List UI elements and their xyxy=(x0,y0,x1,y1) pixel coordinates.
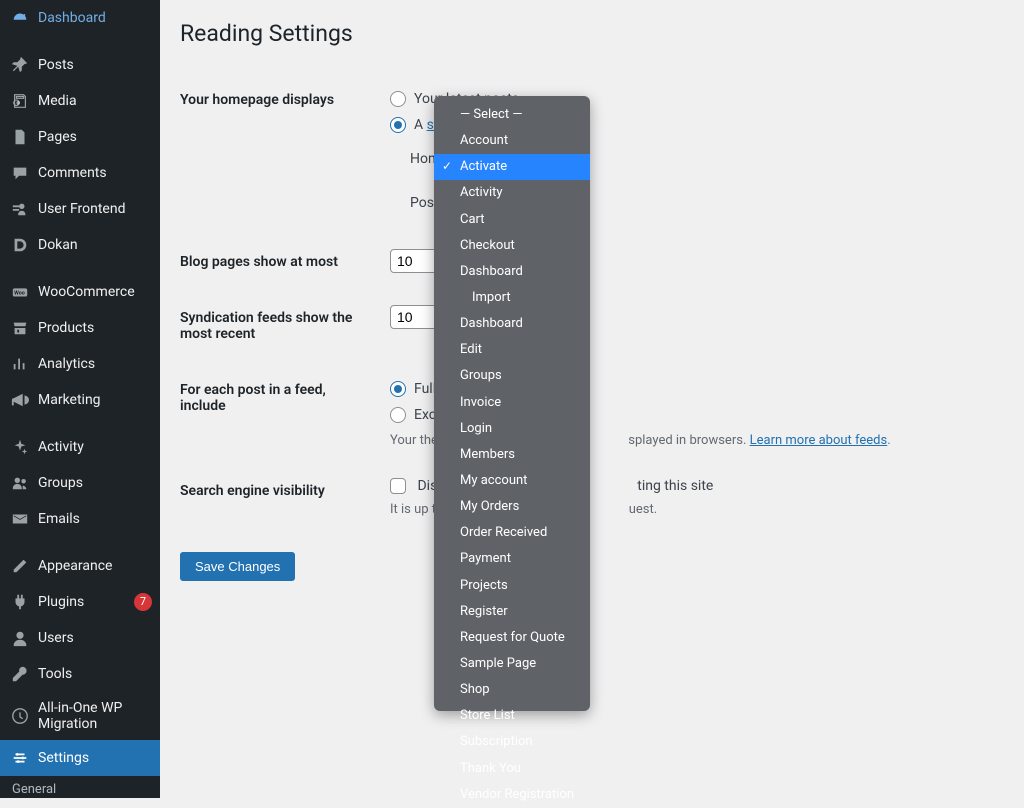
row-syndication-label: Syndication feeds show the most recent xyxy=(180,290,380,362)
row-search-label: Search engine visibility xyxy=(180,463,380,532)
sidebar-item-plugins[interactable]: Plugins7 xyxy=(0,584,160,620)
dropdown-option[interactable]: Vendor Registration xyxy=(434,782,590,808)
dropdown-option[interactable]: — Select — xyxy=(434,102,590,128)
sidebar-item-products[interactable]: Products xyxy=(0,310,160,346)
dropdown-option[interactable]: Import xyxy=(434,285,590,311)
radio-static-page[interactable] xyxy=(390,117,406,133)
aio-icon xyxy=(10,706,30,726)
sidebar-item-appearance[interactable]: Appearance xyxy=(0,548,160,584)
dashboard-icon xyxy=(10,8,30,28)
row-feed-label: For each post in a feed, include xyxy=(180,362,380,463)
radio-full-text[interactable] xyxy=(390,381,406,397)
row-homepage-label: Your homepage displays xyxy=(180,72,380,234)
sidebar-item-marketing[interactable]: Marketing xyxy=(0,382,160,418)
dropdown-option[interactable]: Projects xyxy=(434,573,590,599)
appearance-icon xyxy=(10,556,30,576)
media-icon xyxy=(10,91,30,111)
dropdown-option[interactable]: My Orders xyxy=(434,494,590,520)
tools-icon xyxy=(10,664,30,684)
dokan-icon xyxy=(10,235,30,255)
radio-latest-posts[interactable] xyxy=(390,91,406,107)
sidebar-item-groups[interactable]: Groups xyxy=(0,465,160,501)
dropdown-option[interactable]: Dashboard xyxy=(434,259,590,285)
dropdown-option[interactable]: Account xyxy=(434,128,590,154)
admin-sidebar: Dashboard PostsMediaPagesCommentsUser Fro… xyxy=(0,0,160,798)
activity-icon xyxy=(10,437,30,457)
dropdown-option[interactable]: Sample Page xyxy=(434,651,590,677)
page-icon xyxy=(10,127,30,147)
dropdown-option[interactable]: Activity xyxy=(434,180,590,206)
dropdown-option[interactable]: My account xyxy=(434,468,590,494)
settings-icon xyxy=(10,748,30,768)
sidebar-item-dashboard[interactable]: Dashboard xyxy=(0,0,160,36)
dropdown-option[interactable]: Members xyxy=(434,442,590,468)
dropdown-option[interactable]: Register xyxy=(434,599,590,625)
sidebar-item-dokan[interactable]: Dokan xyxy=(0,227,160,263)
pin-icon xyxy=(10,55,30,75)
badge: 7 xyxy=(134,593,152,610)
page-select-dropdown[interactable]: — Select —AccountActivateActivityCartChe… xyxy=(434,96,590,711)
sidebar-item-user-frontend[interactable]: User Frontend xyxy=(0,191,160,227)
dropdown-option[interactable]: Request for Quote xyxy=(434,625,590,651)
sidebar-item-emails[interactable]: Emails xyxy=(0,501,160,537)
sidebar-item-tools[interactable]: Tools xyxy=(0,656,160,692)
radio-excerpt[interactable] xyxy=(390,407,406,423)
userfe-icon xyxy=(10,199,30,219)
dropdown-option[interactable]: Groups xyxy=(434,363,590,389)
dropdown-option[interactable]: Order Received xyxy=(434,520,590,546)
sidebar-item-analytics[interactable]: Analytics xyxy=(0,346,160,382)
sidebar-item-media[interactable]: Media xyxy=(0,83,160,119)
dropdown-option[interactable]: Store List xyxy=(434,703,590,729)
dropdown-option[interactable]: Cart xyxy=(434,207,590,233)
analytics-icon xyxy=(10,354,30,374)
sidebar-item-activity[interactable]: Activity xyxy=(0,429,160,465)
sidebar-item-posts[interactable]: Posts xyxy=(0,47,160,83)
sidebar-item-users[interactable]: Users xyxy=(0,620,160,656)
dropdown-option[interactable]: Checkout xyxy=(434,233,590,259)
dropdown-option[interactable]: Dashboard xyxy=(434,311,590,337)
sidebar-item-settings[interactable]: Settings xyxy=(0,740,160,776)
groups-icon xyxy=(10,473,30,493)
comment-icon xyxy=(10,163,30,183)
dropdown-option[interactable]: Subscription xyxy=(434,729,590,755)
page-title: Reading Settings xyxy=(180,20,1004,47)
woo-icon xyxy=(10,282,30,302)
discourage-checkbox[interactable] xyxy=(390,478,406,494)
dropdown-option[interactable]: Shop xyxy=(434,677,590,703)
dropdown-option[interactable]: Login xyxy=(434,416,590,442)
emails-icon xyxy=(10,509,30,529)
save-button[interactable]: Save Changes xyxy=(180,552,295,581)
products-icon xyxy=(10,318,30,338)
dropdown-option[interactable]: Invoice xyxy=(434,390,590,416)
marketing-icon xyxy=(10,390,30,410)
sidebar-item-all-in-one-wp-migration[interactable]: All-in-One WP Migration xyxy=(0,692,160,740)
dropdown-option[interactable]: Payment xyxy=(434,546,590,572)
dropdown-option[interactable]: Activate xyxy=(434,154,590,180)
sidebar-item-pages[interactable]: Pages xyxy=(0,119,160,155)
dropdown-option[interactable]: Edit xyxy=(434,337,590,363)
main-content: Reading Settings Your homepage displays … xyxy=(160,0,1024,601)
sidebar-item-comments[interactable]: Comments xyxy=(0,155,160,191)
users-icon xyxy=(10,628,30,648)
submenu-general[interactable]: General xyxy=(0,776,160,798)
row-blogpages-label: Blog pages show at most xyxy=(180,234,380,290)
sidebar-item-woocommerce[interactable]: WooCommerce xyxy=(0,274,160,310)
plugins-icon xyxy=(10,592,30,612)
learn-more-feeds-link[interactable]: Learn more about feeds xyxy=(750,433,888,448)
dropdown-option[interactable]: Thank You xyxy=(434,756,590,782)
